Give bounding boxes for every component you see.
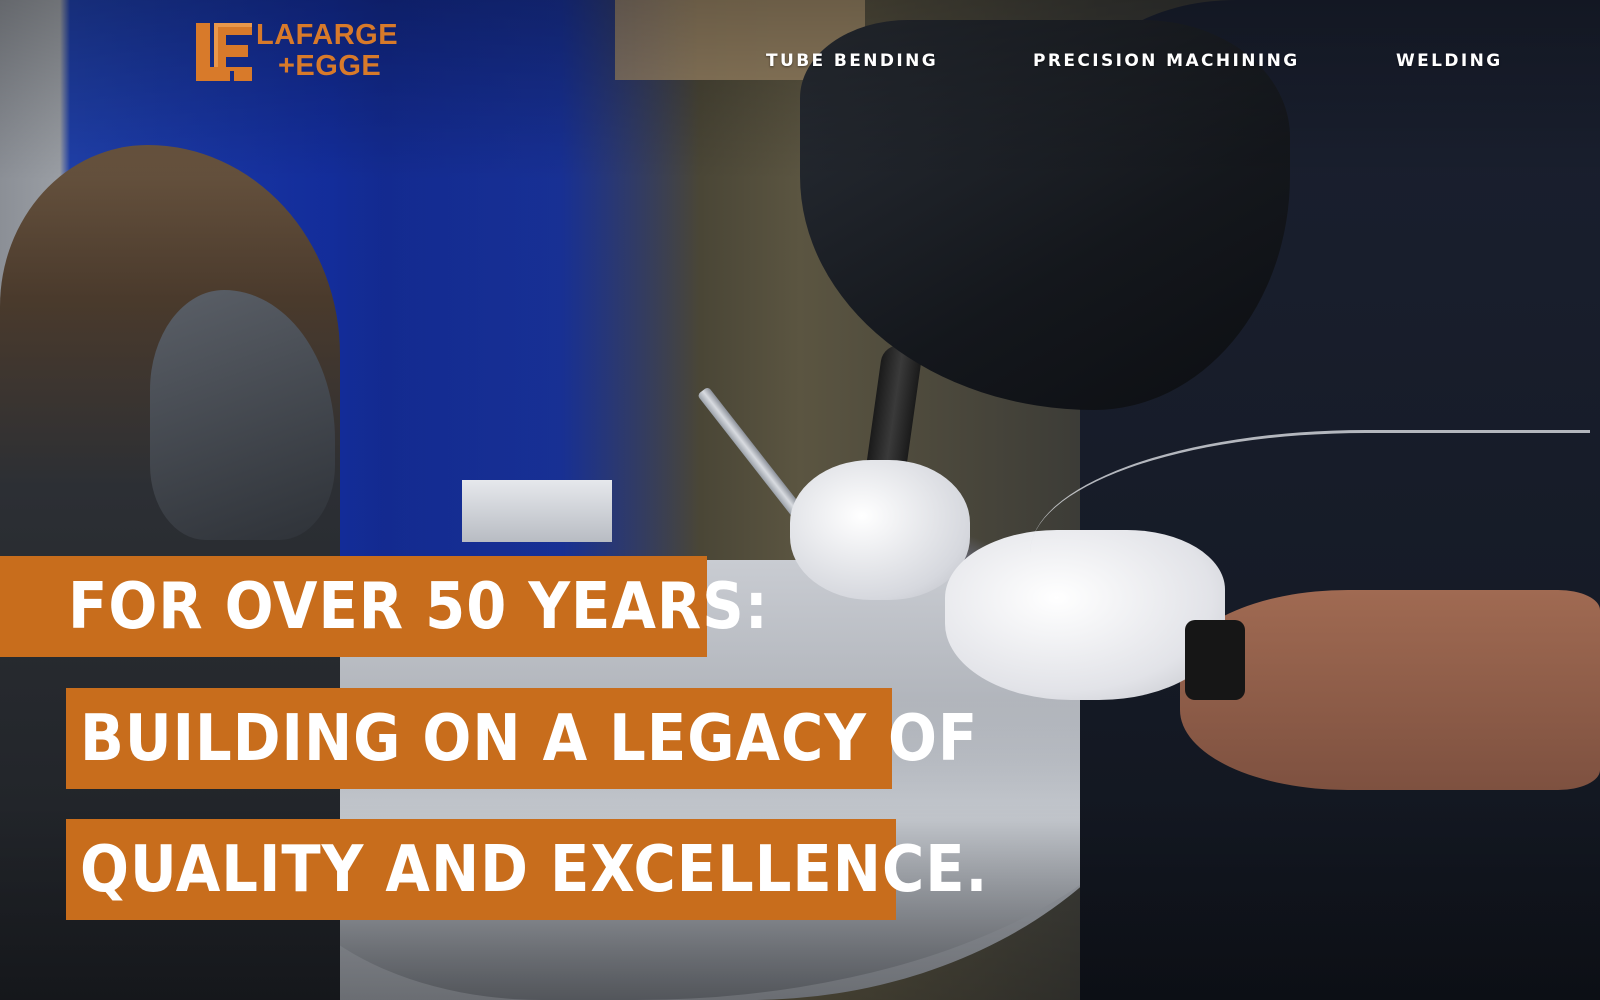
headline-line-1: FOR OVER 50 YEARS:: [0, 556, 768, 657]
nav-link-tube-bending[interactable]: TUBE BENDING: [766, 48, 938, 74]
nav-link-precision-machining[interactable]: PRECISION MACHINING: [1033, 48, 1300, 74]
headline-line-2: BUILDING ON A LEGACY OF: [66, 688, 977, 789]
headline-line-3: QUALITY AND EXCELLENCE.: [66, 819, 987, 920]
nav-link-welding[interactable]: WELDING: [1396, 48, 1503, 74]
hero-section: LAFARGE +EGGE TUBE BENDING PRECISION MAC…: [0, 0, 1600, 1000]
logo-line-1: LAFARGE: [256, 19, 399, 51]
main-navigation: TUBE BENDING PRECISION MACHINING WELDING: [0, 48, 1600, 78]
